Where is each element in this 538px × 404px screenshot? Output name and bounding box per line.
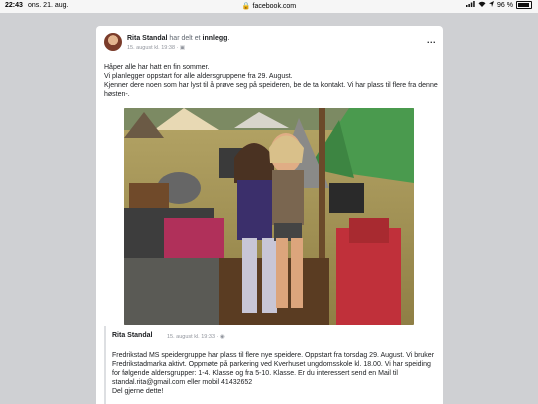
globe-icon: · ◉ bbox=[216, 334, 225, 340]
shared-post-closing: Del gjerne dette! bbox=[112, 388, 164, 395]
action-text: har delt et bbox=[169, 35, 201, 42]
action-end: . bbox=[227, 35, 230, 42]
status-bar: 22:43 ons. 21. aug. 🔒 facebook.com 96 % bbox=[0, 0, 538, 13]
battery-icon bbox=[516, 1, 532, 9]
post-meta: 15. august kl. 19:38 · ▣ bbox=[127, 45, 185, 51]
more-options-button[interactable]: ... bbox=[427, 36, 436, 45]
post-text: Håper alle har hatt en fin sommer. Vi pl… bbox=[104, 63, 438, 99]
post-line-1: Håper alle har hatt en fin sommer. bbox=[104, 64, 210, 71]
post-card: Rita Standal har delt et innlegg. 15. au… bbox=[96, 26, 443, 404]
wifi-icon bbox=[478, 1, 486, 9]
post-line-3: Kjenner dere noen som har lyst til å prø… bbox=[104, 82, 438, 98]
post-timestamp[interactable]: 15. august kl. 19:38 bbox=[127, 45, 175, 51]
shared-post-text: Fredrikstad MS speidergruppe har plass t… bbox=[112, 351, 436, 396]
shared-post-divider bbox=[104, 326, 106, 404]
shared-post-meta: 15. august kl. 19:33 · ◉ bbox=[167, 334, 225, 340]
signal-icon bbox=[466, 1, 475, 9]
url-bar[interactable]: 🔒 facebook.com bbox=[0, 2, 538, 10]
lock-icon: 🔒 bbox=[241, 3, 251, 10]
location-icon bbox=[489, 1, 495, 9]
shared-post-timestamp[interactable]: 15. august kl. 19:33 bbox=[167, 334, 215, 340]
post-line-2: Vi planlegger oppstart for alle aldersgr… bbox=[104, 73, 293, 80]
status-indicators: 96 % bbox=[466, 1, 532, 9]
url-text: facebook.com bbox=[252, 3, 297, 10]
shared-post-body: Fredrikstad MS speidergruppe har plass t… bbox=[112, 352, 435, 386]
globe-icon: · ▣ bbox=[176, 45, 186, 51]
post-header: Rita Standal har delt et innlegg. bbox=[127, 35, 229, 42]
shared-post-link[interactable]: innlegg bbox=[203, 35, 228, 42]
author-name[interactable]: Rita Standal bbox=[127, 35, 167, 42]
battery-percent: 96 % bbox=[497, 1, 513, 9]
post-photo[interactable] bbox=[124, 108, 414, 325]
author-avatar[interactable] bbox=[104, 33, 122, 51]
shared-author-name[interactable]: Rita Standal bbox=[112, 332, 152, 339]
